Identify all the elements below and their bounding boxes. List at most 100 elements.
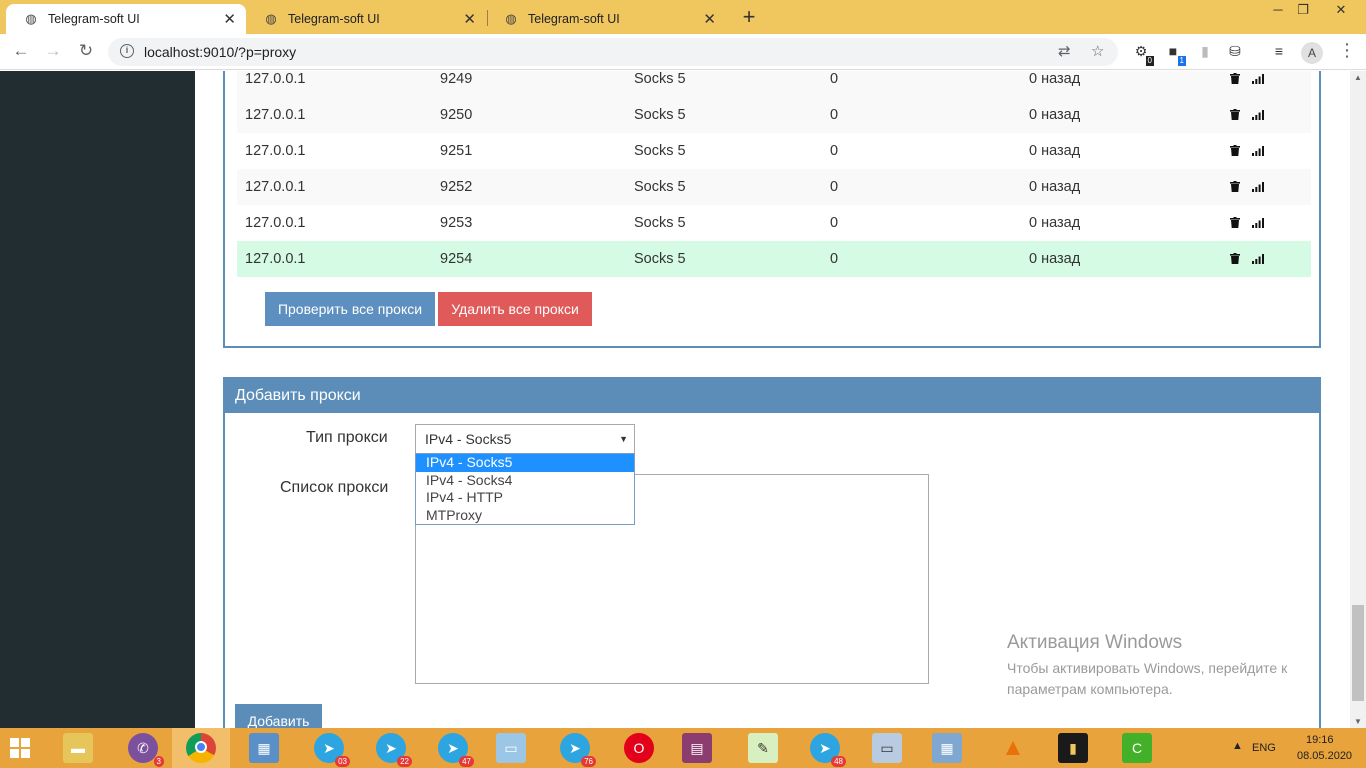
signal-icon[interactable] — [1252, 109, 1264, 120]
taskbar-notepadpp[interactable]: ✎ — [734, 728, 792, 768]
check-all-proxies-button[interactable]: Проверить все прокси — [265, 292, 435, 326]
tab-title: Telegram-soft UI — [528, 12, 620, 26]
clock-date[interactable]: 08.05.2020 — [1297, 750, 1352, 762]
proxy-type-option[interactable]: IPv4 - Socks5 — [416, 454, 634, 472]
proxy-type-option[interactable]: IPv4 - HTTP — [416, 489, 634, 507]
signal-icon[interactable] — [1252, 253, 1264, 264]
forward-icon[interactable]: → — [42, 41, 64, 61]
site-info-icon[interactable]: i — [120, 44, 134, 58]
scroll-up-icon[interactable]: ▲ — [1354, 73, 1362, 82]
proxy-cell-port: 9251 — [440, 143, 473, 159]
proxy-row: 127.0.0.1 9252 Socks 5 0 0 назад — [237, 169, 1311, 205]
bookmark-star-icon[interactable]: ☆ — [1091, 42, 1104, 60]
restore-icon[interactable]: ❐ — [1288, 2, 1318, 18]
proxy-type-select[interactable]: IPv4 - Socks5 ▼ — [415, 424, 635, 454]
winrar-icon: ▤ — [682, 733, 712, 763]
proxy-cell-port: 9254 — [440, 251, 473, 267]
trash-icon[interactable] — [1230, 253, 1240, 264]
taskbar-telegram-5[interactable]: ➤ 48 — [796, 728, 854, 768]
proxy-cell-type: Socks 5 — [634, 107, 686, 123]
extension-can-icon[interactable]: ▮ — [1196, 43, 1214, 61]
proxy-cell-type: Socks 5 — [634, 251, 686, 267]
taskbar-app-2[interactable]: ▮ — [1044, 728, 1102, 768]
page-scrollbar[interactable]: ▲ ▼ — [1350, 71, 1366, 728]
close-tab-icon[interactable]: ✕ — [463, 10, 476, 28]
scroll-down-icon[interactable]: ▼ — [1354, 717, 1362, 726]
media-control-icon[interactable]: ≡ — [1270, 43, 1288, 61]
taskbar-monitor[interactable]: ▭ — [858, 728, 916, 768]
dropdown-arrow-icon: ▼ — [619, 434, 628, 444]
signal-icon[interactable] — [1252, 73, 1264, 84]
taskbar-camtasia[interactable]: C — [1108, 728, 1166, 768]
trash-icon[interactable] — [1230, 73, 1240, 84]
browser-tab-bar: ◍ Telegram-soft UI ✕ ◍ Telegram-soft UI … — [0, 0, 1366, 34]
telegram-icon: ➤ 47 — [438, 733, 474, 767]
browser-tab-3[interactable]: ◍ Telegram-soft UI ✕ — [486, 4, 726, 34]
trash-icon[interactable] — [1230, 181, 1240, 192]
taskbar-app[interactable]: ▦ — [235, 728, 293, 768]
taskbar-chrome[interactable] — [172, 728, 230, 768]
taskbar-opera[interactable]: O — [610, 728, 668, 768]
scrollbar-thumb[interactable] — [1352, 605, 1364, 701]
trash-icon[interactable] — [1230, 145, 1240, 156]
menu-dots-icon[interactable]: ⋮ — [1338, 40, 1356, 61]
taskbar-telegram-4[interactable]: ➤ 76 — [546, 728, 604, 768]
taskbar-viber[interactable]: ✆ 3 — [114, 728, 172, 768]
proxy-type-value: IPv4 - Socks5 — [425, 431, 512, 447]
proxy-cell-checked: 0 назад — [1029, 251, 1081, 267]
extension-box-icon[interactable]: ■ 1 — [1164, 43, 1186, 66]
language-indicator[interactable]: ENG — [1252, 742, 1276, 754]
address-bar[interactable]: i localhost:9010/?p=proxy ⇄ ☆ — [108, 38, 1118, 66]
extension-icon[interactable]: ⚙ 0 — [1132, 43, 1154, 66]
taskbar-winrar[interactable]: ▤ — [668, 728, 726, 768]
signal-icon[interactable] — [1252, 145, 1264, 156]
proxy-cell-port: 9252 — [440, 179, 473, 195]
telegram-icon: ➤ 76 — [560, 733, 596, 767]
notepad-icon: ▭ — [496, 733, 526, 763]
proxy-type-option[interactable]: MTProxy — [416, 507, 634, 525]
taskbar-telegram-1[interactable]: ➤ 03 — [300, 728, 358, 768]
browser-tab-2[interactable]: ◍ Telegram-soft UI ✕ — [246, 4, 486, 34]
taskbar-explorer[interactable]: ▬ — [49, 728, 107, 768]
camtasia-icon: C — [1122, 733, 1152, 763]
proxy-row: 127.0.0.1 9254 Socks 5 0 0 назад — [237, 241, 1311, 277]
close-tab-icon[interactable]: ✕ — [223, 10, 236, 28]
proxy-cell-count: 0 — [830, 71, 839, 87]
close-tab-icon[interactable]: ✕ — [703, 10, 716, 28]
watermark-line2: параметрам компьютера. — [1007, 681, 1173, 697]
browser-tab-1[interactable]: ◍ Telegram-soft UI ✕ — [6, 4, 246, 34]
tab-title: Telegram-soft UI — [288, 12, 380, 26]
taskbar-notepad[interactable]: ▭ — [482, 728, 540, 768]
delete-all-proxies-button[interactable]: Удалить все прокси — [438, 292, 592, 326]
translate-icon[interactable]: ⇄ — [1058, 42, 1071, 60]
windows-taskbar: ▬ ✆ 3 ▦ ➤ 03 ➤ 22 ➤ 47 ▭ ➤ 76 O ▤ ✎ ➤ 48 ▭ ▦ ▲… — [0, 728, 1366, 768]
trash-icon[interactable] — [1230, 109, 1240, 120]
reload-icon[interactable]: ↻ — [75, 41, 97, 61]
proxy-cell-checked: 0 назад — [1029, 71, 1081, 87]
proxy-cell-count: 0 — [830, 251, 839, 267]
clock-time[interactable]: 19:16 — [1306, 734, 1334, 746]
new-tab-button[interactable]: + — [737, 4, 761, 30]
proxy-cell-port: 9249 — [440, 71, 473, 87]
taskbar-calculator[interactable]: ▦ — [918, 728, 976, 768]
extension-badge: 0 — [1145, 56, 1154, 66]
close-window-icon[interactable]: ✕ — [1326, 2, 1356, 18]
proxy-cell-count: 0 — [830, 215, 839, 231]
signal-icon[interactable] — [1252, 217, 1264, 228]
tray-arrow-icon[interactable]: ▲ — [1232, 740, 1243, 752]
extension-badge: 1 — [1177, 56, 1186, 66]
taskbar-telegram-2[interactable]: ➤ 22 — [362, 728, 420, 768]
proxy-list-label: Список прокси — [280, 479, 389, 496]
extension-db-icon[interactable]: ⛁ — [1226, 43, 1244, 61]
telegram-badge: 76 — [581, 756, 596, 767]
taskbar-telegram-3[interactable]: ➤ 47 — [424, 728, 482, 768]
proxy-type-option[interactable]: IPv4 - Socks4 — [416, 472, 634, 490]
back-icon[interactable]: ← — [10, 41, 32, 61]
proxy-cell-count: 0 — [830, 143, 839, 159]
windows-start-icon[interactable] — [10, 738, 30, 758]
trash-icon[interactable] — [1230, 217, 1240, 228]
signal-icon[interactable] — [1252, 181, 1264, 192]
add-proxy-button[interactable]: Добавить — [235, 704, 322, 728]
taskbar-vlc[interactable]: ▲ — [984, 728, 1042, 768]
profile-avatar[interactable]: A — [1301, 42, 1323, 64]
